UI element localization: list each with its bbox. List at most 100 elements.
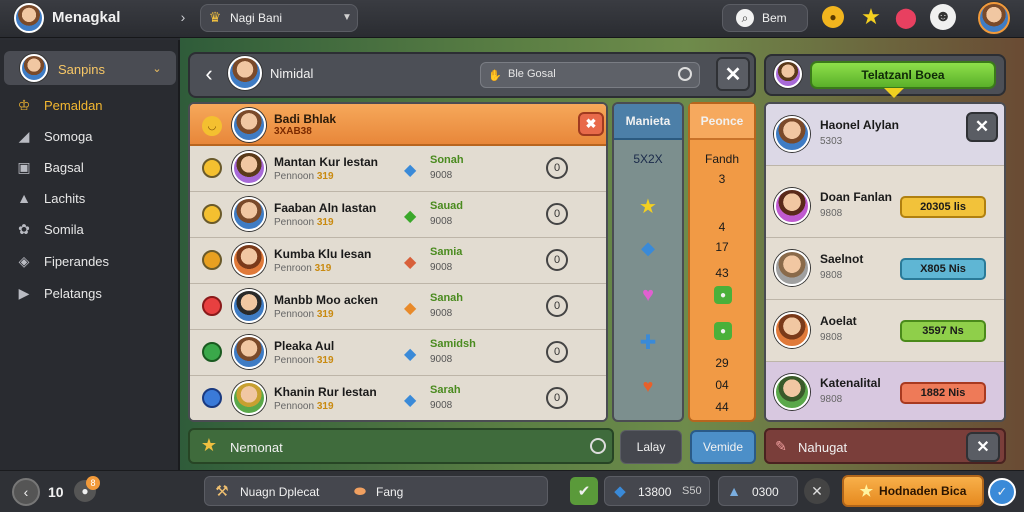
- close-right-footer-button[interactable]: ✕: [966, 432, 1000, 462]
- player-avatar[interactable]: [14, 3, 44, 33]
- emoji-icon: ◡: [202, 116, 222, 136]
- cta-label: Hodnaden Bica: [879, 484, 967, 498]
- player-sub-prefix: Penroon: [274, 263, 312, 274]
- trophy-icon: ♔: [17, 96, 31, 113]
- player-sub-value: 319: [316, 171, 334, 182]
- player-sub: Pennoon 319: [274, 401, 334, 412]
- sidebar-item-fiperandes[interactable]: ◈ Fiperandes: [14, 247, 164, 275]
- gems-value: 0300: [752, 485, 779, 499]
- row-count[interactable]: 0: [546, 157, 568, 179]
- sidebar-item-label: Lachits: [44, 190, 86, 206]
- table-row[interactable]: Kumba Klu Iesan Penroon 319 ◆ Samia 9008…: [190, 238, 606, 284]
- sidebar-item-bagsal[interactable]: ▣ Bagsal: [14, 153, 164, 181]
- gift-box-icon: ◆: [404, 392, 417, 409]
- score-column: Peonce Fandh 3 4 17 43 29 04 44 ● ●: [688, 102, 756, 422]
- vemide-button[interactable]: Vemide: [690, 430, 756, 464]
- search-clear-icon[interactable]: [678, 67, 692, 81]
- table-row[interactable]: Khanin Rur Iestan Pennoon 319 ◆ Sarah 90…: [190, 376, 606, 420]
- player-avatar: [232, 197, 266, 231]
- chat-icon[interactable]: ✓: [988, 478, 1016, 506]
- hand-icon: ✋: [488, 69, 502, 82]
- friend-row[interactable]: Saelnot 9808 X805 Nis: [766, 238, 1004, 300]
- player-avatar: [232, 243, 266, 277]
- friend-badge[interactable]: 20305 lis: [900, 196, 986, 218]
- friend-badge[interactable]: 1882 Nis: [900, 382, 986, 404]
- score-value: 3: [718, 172, 726, 186]
- panel-avatar: [228, 56, 262, 90]
- header-action-button[interactable]: ✖: [578, 112, 604, 136]
- sidebar-item-lachits[interactable]: ▲ Lachits: [14, 184, 164, 212]
- row-count[interactable]: 0: [546, 341, 568, 363]
- friend-sub: 9808: [820, 270, 843, 281]
- row-count[interactable]: 0: [546, 249, 568, 271]
- rewards-column-header[interactable]: Manieta: [614, 104, 682, 140]
- player-sub: Pennoon 319: [274, 309, 334, 320]
- sidebar-item-somila[interactable]: ✿ Somila: [14, 215, 164, 243]
- emoji-icon: [202, 158, 222, 178]
- chevron-down-icon[interactable]: ▼: [340, 9, 354, 25]
- chevron-down-icon[interactable]: ⌄: [150, 60, 164, 76]
- profile-avatar[interactable]: [978, 2, 1010, 34]
- table-row[interactable]: Faaban Aln Iastan Pennoon 319 ◆ Sauad 90…: [190, 192, 606, 238]
- lalay-button[interactable]: Lalay: [620, 430, 682, 464]
- table-row[interactable]: Pleaka Aul Pennoon 319 ◆ Samidsh 9008 0: [190, 330, 606, 376]
- location-pin-icon[interactable]: ⬤: [894, 4, 918, 30]
- friend-name: Haonel Alylan: [820, 118, 899, 132]
- flame-icon: ♥: [642, 376, 654, 396]
- realm-selector-label: Nagi Bani: [230, 11, 283, 25]
- friend-sub: 9808: [820, 394, 843, 405]
- friend-row-top[interactable]: Haonel Alylan 5303 ✕: [766, 104, 1004, 166]
- pencil-icon: ✎: [775, 437, 787, 454]
- bottom-item2-label[interactable]: Fang: [376, 485, 403, 499]
- list-footer-label: Nemonat: [230, 440, 283, 455]
- table-row[interactable]: Mantan Kur Iestan Pennoon 319 ◆ Sonah 90…: [190, 146, 606, 192]
- gift-sub: 9008: [430, 400, 453, 411]
- score-value: 44: [715, 400, 729, 414]
- friend-badge[interactable]: 3597 Ns: [900, 320, 986, 342]
- score-value: 29: [715, 356, 729, 370]
- friend-row[interactable]: Aoelat 9808 3597 Ns: [766, 300, 1004, 362]
- gift-box-icon: ◆: [641, 238, 655, 258]
- coin-icon[interactable]: ●: [822, 6, 844, 28]
- bottom-item1-label[interactable]: Nuagn Dplecat: [240, 485, 319, 499]
- row-count[interactable]: 0: [546, 387, 568, 409]
- sidebar-item-pelatangs[interactable]: ▶ Pelatangs: [14, 279, 164, 307]
- header-avatar: [232, 108, 266, 142]
- close-friend-button[interactable]: ✕: [966, 112, 998, 142]
- player-sub-value: 319: [316, 309, 334, 320]
- back-icon[interactable]: ‹: [12, 478, 40, 506]
- panda-icon[interactable]: ☻: [930, 4, 956, 30]
- friend-badge[interactable]: X805 Nis: [900, 258, 986, 280]
- friend-avatar: [774, 60, 802, 88]
- gift-sub: 9008: [430, 308, 453, 319]
- back-arrow-icon[interactable]: ‹: [198, 61, 220, 86]
- friend-sub: 9808: [820, 332, 843, 343]
- friend-name: Saelnot: [820, 252, 864, 266]
- player-name: Mantan Kur Iestan: [274, 155, 379, 169]
- bag-icon: ▣: [17, 158, 31, 175]
- player-sub: Pennoon 319: [274, 171, 334, 182]
- score-column-header[interactable]: Peonce: [690, 104, 754, 140]
- player-avatar: [232, 289, 266, 323]
- player-sub-prefix: Pennoon: [274, 355, 315, 366]
- player-name: Pleaka Aul: [274, 339, 335, 353]
- sidebar-item-somoga[interactable]: ◢ Somoga: [14, 122, 164, 150]
- gear-icon: ✿: [18, 220, 30, 237]
- star-icon[interactable]: ★: [858, 4, 884, 30]
- settings-icon[interactable]: ✕: [804, 478, 830, 504]
- info-icon[interactable]: [590, 438, 606, 454]
- right-tab[interactable]: Telatzanl Boea: [810, 61, 996, 89]
- friend-row[interactable]: Doan Fanlan 9808 20305 lis: [766, 176, 1004, 238]
- chevron-right-icon[interactable]: ›: [176, 8, 190, 26]
- gift-box-icon: ◆: [404, 254, 417, 271]
- row-count[interactable]: 0: [546, 295, 568, 317]
- sidebar-item-pemaldan[interactable]: ♔ Pemaldan: [14, 91, 164, 119]
- table-row[interactable]: Manbb Moo acken Pennoon 319 ◆ Sanah 9008…: [190, 284, 606, 330]
- row-count[interactable]: 0: [546, 203, 568, 225]
- sidebar-item-label: Sanpins: [58, 62, 105, 77]
- friend-avatar: [774, 250, 810, 286]
- friend-row[interactable]: Katenalital 9808 1882 Nis: [766, 362, 1004, 420]
- close-panel-button[interactable]: ✕: [716, 57, 750, 91]
- cta-button[interactable]: ★ Hodnaden Bica: [842, 475, 984, 507]
- check-icon[interactable]: ✔: [570, 477, 598, 505]
